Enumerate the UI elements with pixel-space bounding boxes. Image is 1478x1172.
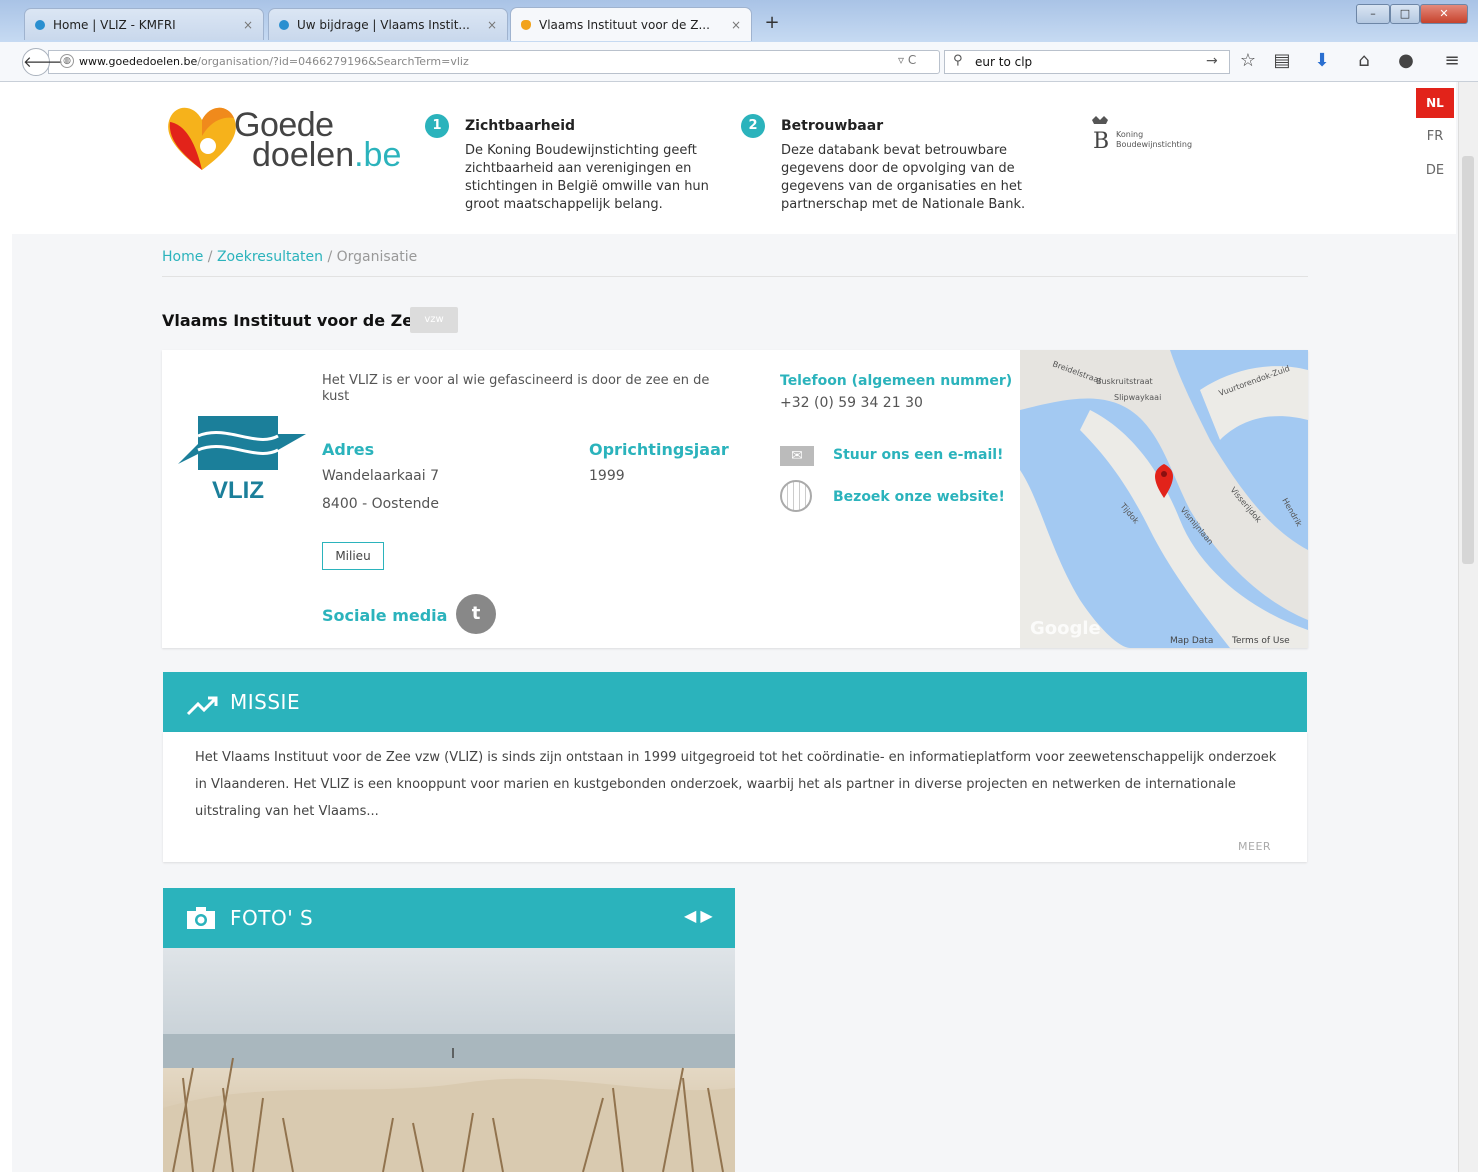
tab-vlaams-instituut[interactable]: Vlaams Instituut voor de Z... ×	[510, 7, 752, 41]
search-icon: ⚲	[953, 53, 963, 68]
svg-text:B: B	[1093, 129, 1109, 154]
missie-text: Het Vlaams Instituut voor de Zee vzw (VL…	[195, 750, 1277, 819]
tab-favicon	[521, 19, 531, 30]
maximize-button[interactable]: □	[1390, 4, 1420, 24]
lang-fr[interactable]: FR	[1416, 122, 1454, 152]
vliz-logo: VLIZ	[178, 416, 306, 504]
menu-icon[interactable]: ≡	[1440, 50, 1464, 71]
lang-nl[interactable]: NL	[1416, 88, 1454, 118]
founded-label: Oprichtingsjaar	[589, 440, 729, 459]
breadcrumb-sep: /	[323, 249, 337, 265]
scrollbar-thumb[interactable]	[1462, 156, 1474, 564]
home-icon[interactable]: ⌂	[1352, 50, 1376, 71]
url-path: /organisation/?id=0466279196&SearchTerm=…	[197, 55, 469, 68]
feature-text-betrouwbaar: Deze databank bevat betrouwbare gegevens…	[781, 143, 1026, 212]
feature-number-1: 1	[425, 114, 449, 138]
site-identity-icon[interactable]: ◍	[60, 54, 74, 68]
breadcrumb-current: Organisatie	[336, 249, 418, 265]
logo-text-doelen: doelen.be	[252, 136, 401, 175]
website-link[interactable]: Bezoek onze website!	[833, 489, 1005, 505]
minimize-button[interactable]: –	[1356, 4, 1390, 24]
photo-carousel-arrows[interactable]: ◀▶	[684, 906, 717, 925]
search-go-icon[interactable]: →	[1206, 53, 1218, 69]
map-label: Slipwaykaai	[1114, 393, 1161, 402]
address-line2: 8400 - Oostende	[322, 496, 439, 512]
tab-label: Vlaams Instituut voor de Z...	[539, 17, 710, 32]
camera-icon	[187, 907, 215, 929]
beach-photo	[163, 948, 735, 1172]
tab-close-icon[interactable]: ×	[243, 18, 253, 32]
phone-value: +32 (0) 59 34 21 30	[780, 395, 923, 411]
breadcrumb-sep: /	[203, 249, 217, 265]
org-tagline: Het VLIZ is er voor al wie gefascineerd …	[322, 373, 710, 404]
org-title: Vlaams Instituut voor de Zee	[162, 311, 424, 330]
location-map[interactable]: Breidelstraat Buskruitstraat Slipwaykaai…	[1020, 350, 1308, 648]
feature-text-zichtbaarheid: De Koning Boudewijnstichting geeft zicht…	[465, 143, 709, 212]
bookmarks-icon[interactable]: ▤	[1270, 50, 1294, 71]
mail-icon[interactable]: ✉	[780, 446, 814, 466]
missie-header	[163, 672, 1307, 732]
tab-label: Home | VLIZ - KMFRI	[53, 17, 176, 32]
breadcrumb-results[interactable]: Zoekresultaten	[217, 249, 323, 265]
twitter-icon[interactable]: t	[456, 594, 496, 634]
vliz-logo-text: VLIZ	[212, 477, 264, 504]
tab-close-icon[interactable]: ×	[487, 18, 497, 32]
email-link[interactable]: Stuur ons een e-mail!	[833, 447, 1003, 463]
org-type-badge: vzw	[410, 307, 458, 333]
social-media-label: Sociale media	[322, 606, 448, 625]
prev-arrow-icon[interactable]: ◀	[684, 906, 700, 925]
breadcrumb-divider	[162, 276, 1308, 277]
chat-icon[interactable]: ●	[1394, 50, 1418, 71]
tab-label: Uw bijdrage | Vlaams Instit...	[297, 17, 470, 32]
url-host: www.goededoelen.be	[79, 55, 198, 68]
reload-icon[interactable]: ▿ C	[898, 53, 916, 67]
trend-icon	[186, 696, 218, 716]
map-data-link[interactable]: Map Data	[1170, 636, 1213, 646]
kbs-name: Koning Boudewijnstichting	[1116, 130, 1193, 149]
next-arrow-icon[interactable]: ▶	[700, 906, 716, 925]
missie-title: MISSIE	[230, 690, 301, 714]
founded-value: 1999	[589, 468, 625, 484]
crown-b-icon: B	[1092, 116, 1109, 154]
map-terms-link[interactable]: Terms of Use	[1232, 636, 1290, 646]
address-line1: Wandelaarkaai 7	[322, 468, 439, 484]
tab-uw-bijdrage[interactable]: Uw bijdrage | Vlaams Instit... ×	[268, 8, 508, 40]
map-google-logo: Google	[1030, 618, 1101, 639]
category-tag[interactable]: Milieu	[322, 542, 384, 570]
feature-number-2: 2	[741, 114, 765, 138]
address-bar[interactable]: www.goededoelen.be/organisation/?id=0466…	[48, 50, 940, 74]
fotos-title: FOTO' S	[230, 906, 314, 930]
map-label: Buskruitstraat	[1096, 377, 1153, 386]
bookmark-star-icon[interactable]: ☆	[1236, 50, 1260, 71]
tab-close-icon[interactable]: ×	[731, 18, 741, 32]
address-label: Adres	[322, 440, 375, 459]
feature-title-zichtbaarheid: Zichtbaarheid	[465, 118, 576, 134]
new-tab-button[interactable]: +	[760, 12, 784, 33]
tab-favicon	[279, 19, 289, 30]
tab-vliz-kmfri[interactable]: Home | VLIZ - KMFRI ×	[24, 8, 264, 40]
phone-label: Telefoon (algemeen nummer)	[780, 373, 1013, 389]
logo-text-main: doelen	[252, 136, 355, 174]
globe-icon[interactable]	[780, 480, 812, 512]
breadcrumb-home[interactable]: Home	[162, 249, 203, 265]
search-input[interactable]: eur to clp	[944, 50, 1230, 74]
breadcrumb: Home / Zoekresultaten / Organisatie	[162, 249, 417, 265]
lang-de[interactable]: DE	[1416, 156, 1454, 186]
close-window-button[interactable]: ✕	[1420, 4, 1468, 24]
tab-favicon	[35, 19, 45, 30]
feature-title-betrouwbaar: Betrouwbaar	[781, 118, 884, 134]
back-button[interactable]: 🡐	[22, 48, 63, 76]
goededoelen-logo-icon[interactable]	[162, 96, 242, 176]
kbs-logo[interactable]: B Koning Boudewijnstichting	[1084, 114, 1224, 170]
page-left-edge	[0, 82, 12, 1172]
download-icon[interactable]: ⬇	[1310, 50, 1334, 71]
missie-more-link[interactable]: MEER	[1238, 840, 1271, 853]
logo-text-suffix: .be	[354, 136, 402, 174]
